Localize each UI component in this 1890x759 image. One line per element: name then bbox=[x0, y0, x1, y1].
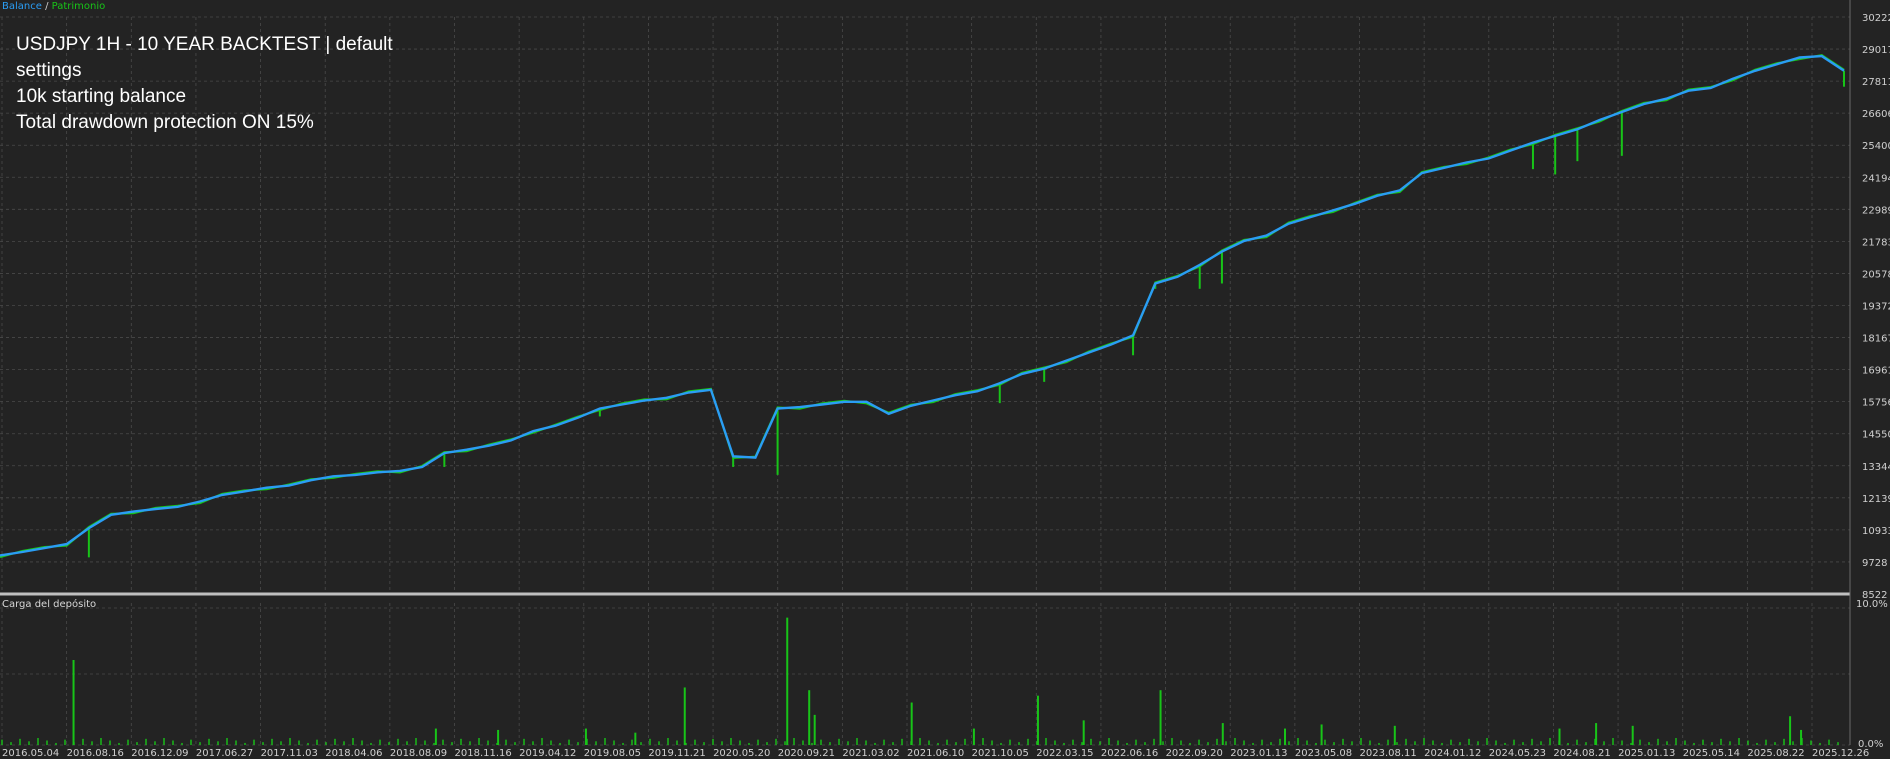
x-tick-label: 2022.09.20 bbox=[1166, 748, 1223, 759]
y-tick-label: 15756 bbox=[1862, 398, 1890, 409]
x-tick-label: 2021.10.05 bbox=[972, 748, 1029, 759]
x-tick-label: 2018.11.16 bbox=[455, 748, 512, 759]
y-tick-label: 24194 bbox=[1862, 173, 1890, 184]
x-tick-label: 2020.05.20 bbox=[713, 748, 770, 759]
deposit-load-title: Carga del depósito bbox=[2, 599, 97, 610]
x-tick-label: 2022.03.15 bbox=[1036, 748, 1093, 759]
y-tick-label: 16961 bbox=[1862, 366, 1890, 377]
legend-equity[interactable]: Patrimonio bbox=[52, 1, 106, 12]
y-tick-label: 30222 bbox=[1862, 13, 1890, 24]
chart-annotation: USDJPY 1H - 10 YEAR BACKTEST | default s… bbox=[16, 32, 436, 136]
x-tick-label: 2024.01.12 bbox=[1424, 748, 1481, 759]
sub-y-tick-label: 10.0% bbox=[1856, 599, 1888, 610]
x-tick-label: 2024.08.21 bbox=[1553, 748, 1610, 759]
x-tick-label: 2021.06.10 bbox=[907, 748, 964, 759]
x-tick-label: 2019.08.05 bbox=[584, 748, 641, 759]
x-tick-label: 2016.05.04 bbox=[2, 748, 59, 759]
x-tick-label: 2020.09.21 bbox=[778, 748, 835, 759]
y-tick-label: 13344 bbox=[1862, 462, 1890, 473]
x-axis-labels: 2016.05.04 2016.08.16 2016.12.09 2017.06.27… bbox=[2, 748, 1869, 759]
y-tick-label: 20578 bbox=[1862, 269, 1890, 280]
y-tick-label: 14550 bbox=[1862, 430, 1890, 441]
y-tick-label: 9728 bbox=[1862, 558, 1887, 569]
y-tick-label: 22989 bbox=[1862, 205, 1890, 216]
x-tick-label: 2019.04.12 bbox=[519, 748, 576, 759]
y-tick-label: 18167 bbox=[1862, 334, 1890, 345]
x-tick-label: 2018.04.06 bbox=[325, 748, 382, 759]
legend-separator: / bbox=[45, 1, 49, 12]
y-tick-label: 10933 bbox=[1862, 526, 1890, 537]
y-tick-label: 29017 bbox=[1862, 45, 1890, 56]
x-tick-label: 2018.08.09 bbox=[390, 748, 447, 759]
y-tick-label: 27811 bbox=[1862, 77, 1890, 88]
x-tick-label: 2017.06.27 bbox=[196, 748, 253, 759]
x-tick-label: 2021.03.02 bbox=[842, 748, 899, 759]
annotation-line: Total drawdown protection ON 15% bbox=[16, 112, 314, 133]
x-tick-label: 2023.05.08 bbox=[1295, 748, 1352, 759]
annotation-line: 10k starting balance bbox=[16, 86, 187, 107]
x-tick-label: 2017.11.03 bbox=[261, 748, 318, 759]
y-tick-label: 25400 bbox=[1862, 141, 1890, 152]
y-tick-label: 26606 bbox=[1862, 109, 1890, 120]
x-tick-label: 2022.06.16 bbox=[1101, 748, 1158, 759]
x-tick-label: 2019.11.21 bbox=[648, 748, 705, 759]
chart-legend: Balance / Patrimonio bbox=[2, 0, 105, 13]
x-tick-label: 2023.08.11 bbox=[1360, 748, 1417, 759]
y-tick-label: 21783 bbox=[1862, 237, 1890, 248]
x-tick-label: 2023.01.13 bbox=[1230, 748, 1287, 759]
legend-balance[interactable]: Balance bbox=[2, 1, 42, 12]
annotation-line: settings bbox=[16, 60, 82, 81]
x-tick-label: 2024.05.23 bbox=[1489, 748, 1546, 759]
y-tick-label: 12139 bbox=[1862, 494, 1890, 505]
x-tick-label: 2025.01.13 bbox=[1618, 748, 1675, 759]
annotation-line: USDJPY 1H - 10 YEAR BACKTEST | default bbox=[16, 34, 393, 55]
x-tick-label: 2025.12.26 bbox=[1812, 748, 1869, 759]
x-tick-label: 2016.12.09 bbox=[131, 748, 188, 759]
x-tick-label: 2025.08.22 bbox=[1747, 748, 1804, 759]
y-tick-label: 19372 bbox=[1862, 302, 1890, 313]
x-tick-label: 2025.05.14 bbox=[1683, 748, 1740, 759]
x-tick-label: 2016.08.16 bbox=[67, 748, 124, 759]
